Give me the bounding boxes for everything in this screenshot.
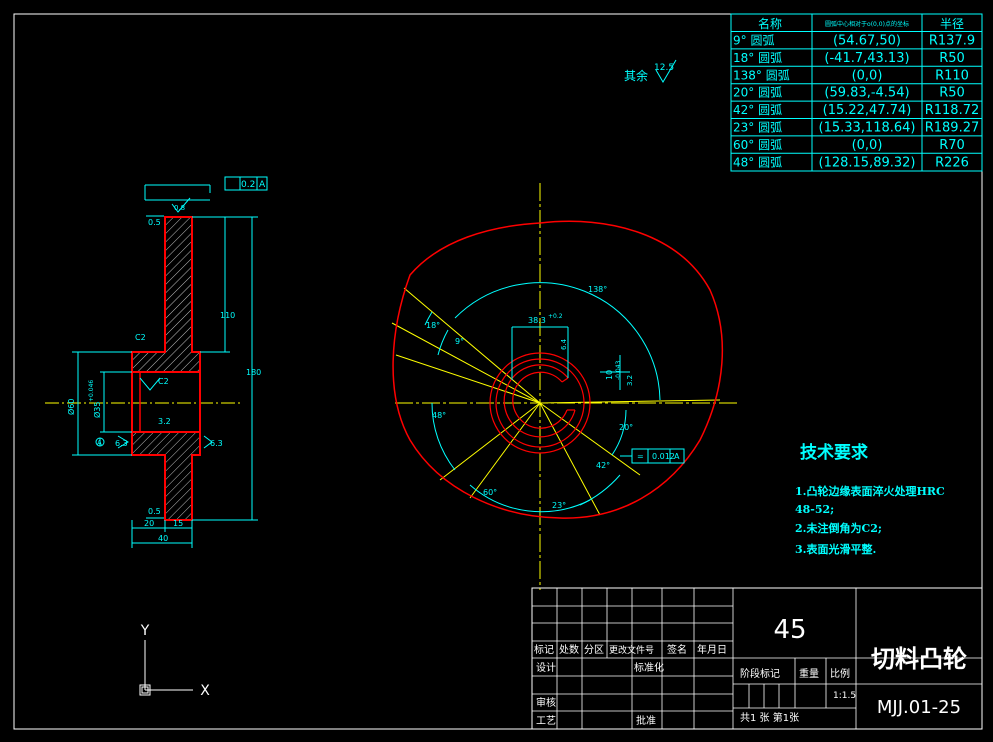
- table-header-coord: 圆弧中心相对于o(0,0)点的坐标: [825, 20, 909, 28]
- table-cell-radius: R189.27: [925, 121, 980, 136]
- ucs-x-label: X: [200, 683, 210, 699]
- tb-label-mark: 标记: [534, 644, 554, 656]
- tech-item-2: 48-52;: [795, 503, 834, 516]
- tolerance-value: 0.012: [652, 452, 675, 461]
- table-header-radius: 半径: [940, 17, 964, 31]
- tb-design: 设计: [536, 661, 556, 674]
- dim-bottom-1: 20: [144, 519, 154, 528]
- tb-scale: 比例: [830, 667, 850, 680]
- roughness-1: 6.4: [560, 338, 568, 350]
- tb-label-sign: 签名: [667, 643, 687, 656]
- arc-table: 名称 圆弧中心相对于o(0,0)点的坐标 半径 9° 圆弧 (54.67,50) R…: [730, 13, 983, 172]
- roughness-note: 其余 12.5: [624, 59, 677, 83]
- table-cell-name: 138° 圆弧: [733, 68, 790, 82]
- tb-label-doc: 更改文件号: [609, 644, 654, 656]
- table-cell-name: 9° 圆弧: [733, 34, 774, 48]
- tb-weight: 重量: [799, 667, 819, 680]
- roughness-top: 0.8: [174, 204, 185, 212]
- keyway-width: 38.3: [528, 316, 546, 325]
- ucs-y-label: Y: [140, 623, 150, 639]
- table-cell-radius: R70: [939, 138, 965, 153]
- table-cell-name: 20° 圆弧: [733, 86, 782, 100]
- tb-material: 45: [773, 615, 806, 645]
- table-cell-coord: (15.22,47.74): [823, 103, 912, 118]
- roughness-datum: 6.3: [115, 439, 128, 448]
- angle-9: 9°: [455, 337, 464, 346]
- dim-bottom-total: 40: [158, 534, 168, 543]
- flatness-tolerance: 0.2: [241, 180, 255, 190]
- dim-height-inner: 110: [220, 311, 235, 320]
- angle-138: 138°: [588, 285, 607, 294]
- tech-requirements: 技术要求 1.凸轮边缘表面淬火处理HRC 48-52; 2.未注倒角为C2; 3…: [795, 442, 945, 556]
- cad-drawing: 名称 圆弧中心相对于o(0,0)点的坐标 半径 9° 圆弧 (54.67,50) R…: [13, 13, 983, 730]
- angle-42: 42°: [596, 461, 610, 470]
- cam-view: 138° 18° 9° 48° 60° 23° 42° 20° 38.3 +0.…: [391, 183, 738, 590]
- section-view: 0.2 A 0.8 0.5 0.5 C2 C2 3.2 6.3 6.3 A 11…: [45, 176, 268, 548]
- roughness-note-value: 12.5: [654, 63, 674, 73]
- chamfer-inner: C2: [158, 377, 169, 386]
- tech-item-1: 1.凸轮边缘表面淬火处理HRC: [795, 484, 945, 498]
- table-cell-radius: R110: [935, 68, 969, 83]
- dim-bore-tol: +0.046: [88, 380, 95, 402]
- dim-height-total: 180: [246, 368, 261, 377]
- table-cell-coord: (15.33,118.64): [819, 121, 916, 136]
- angle-23: 23°: [552, 501, 566, 510]
- table-cell-name: 60° 圆弧: [733, 138, 782, 152]
- tb-drawing-no: MJJ.01-25: [877, 697, 961, 718]
- tech-item-4: 3.表面光滑平整.: [795, 542, 876, 556]
- tb-sheet-info: 共1 张 第1张: [740, 711, 799, 724]
- dim-diameter-60: Ø60: [66, 399, 76, 415]
- table-header-name: 名称: [758, 16, 782, 31]
- tb-label-zone: 分区: [584, 644, 604, 656]
- table-cell-coord: (0,0): [852, 138, 883, 153]
- tolerance-datum: A: [674, 452, 680, 461]
- datum-label: A: [97, 439, 102, 447]
- tb-scale-value: 1:1.5: [833, 691, 856, 701]
- tb-label-count: 处数: [559, 643, 579, 656]
- angle-60: 60°: [483, 488, 497, 497]
- table-cell-coord: (-41.7,43.13): [824, 51, 909, 66]
- table-cell-radius: R118.72: [925, 103, 980, 118]
- keyway-depth-tol: -0.043: [615, 360, 622, 380]
- table-cell-name: 42° 圆弧: [733, 103, 782, 117]
- table-cell-name: 48° 圆弧: [733, 155, 782, 169]
- title-block: 标记 处数 分区 更改文件号 签名 年月日 设计 标准化 审核 工艺 批准 阶段…: [531, 587, 983, 730]
- keyway-tol: +0.2: [548, 313, 563, 320]
- roughness-bore: 3.2: [158, 417, 171, 426]
- tech-title: 技术要求: [800, 442, 868, 463]
- dim-bottom-2: 15: [173, 519, 183, 528]
- dim-left-1: 0.5: [148, 218, 161, 227]
- keyway-depth: 10: [605, 370, 614, 380]
- chamfer-top: C2: [135, 333, 146, 342]
- tb-stage-mark: 阶段标记: [740, 667, 780, 680]
- tb-process: 工艺: [536, 715, 556, 727]
- table-cell-name: 18° 圆弧: [733, 51, 782, 65]
- datum-ref-a: A: [259, 180, 266, 190]
- dim-bore: Ø35: [92, 402, 102, 418]
- angle-48: 48°: [432, 411, 446, 420]
- table-cell-radius: R226: [935, 155, 969, 170]
- dim-left-2: 0.5: [148, 507, 161, 516]
- tech-item-3: 2.未注倒角为C2;: [795, 521, 882, 535]
- table-cell-coord: (54.67,50): [833, 34, 901, 49]
- table-cell-coord: (59.83,-4.54): [824, 86, 909, 101]
- angle-20: 20°: [619, 423, 633, 432]
- roughness-note-label: 其余: [624, 68, 648, 83]
- tb-standardization: 标准化: [634, 661, 664, 674]
- tolerance-symbol: =: [637, 452, 644, 461]
- tb-label-date: 年月日: [697, 643, 727, 656]
- tb-part-name: 切料凸轮: [871, 644, 967, 673]
- table-cell-name: 23° 圆弧: [733, 121, 782, 135]
- table-cell-coord: (128.15,89.32): [819, 155, 916, 170]
- table-cell-radius: R50: [939, 86, 965, 101]
- roughness-2: 3.2: [626, 375, 634, 386]
- table-cell-radius: R137.9: [929, 34, 975, 49]
- roughness-bottom: 6.3: [210, 439, 223, 448]
- angle-18: 18°: [426, 321, 440, 330]
- tb-review: 审核: [536, 696, 556, 709]
- tb-approve: 批准: [636, 714, 656, 727]
- table-cell-coord: (0,0): [852, 68, 883, 83]
- ucs-icon: [139, 640, 193, 696]
- table-cell-radius: R50: [939, 51, 965, 66]
